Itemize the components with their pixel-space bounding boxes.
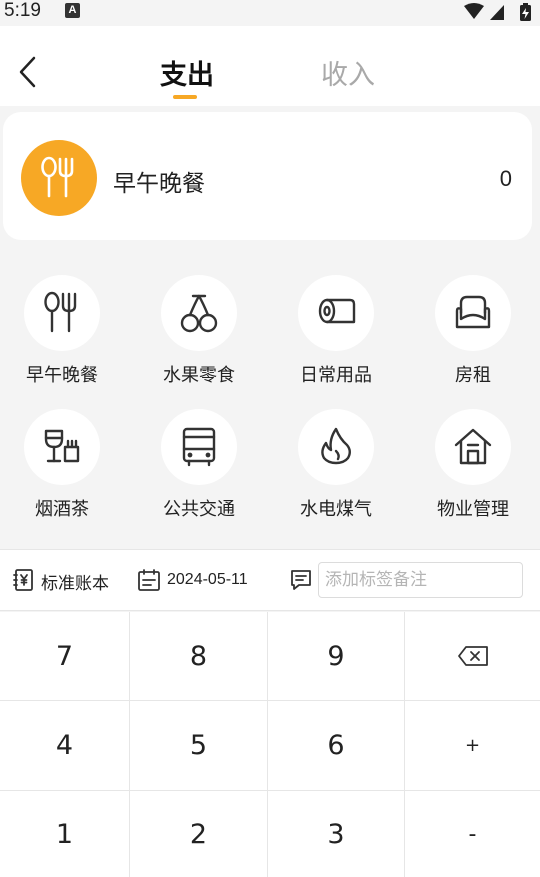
category-icon-circle xyxy=(24,275,100,351)
selected-category-card: 早午晚餐 0 xyxy=(3,112,532,240)
wifi-icon xyxy=(464,3,484,19)
category-label: 烟酒茶 xyxy=(35,499,89,520)
key-4[interactable]: 4 xyxy=(0,701,130,791)
key-1[interactable]: 1 xyxy=(0,791,130,877)
category-label: 房租 xyxy=(455,365,491,386)
category-label: 水果零食 xyxy=(163,365,235,386)
category-meals[interactable]: 早午晚餐 xyxy=(0,270,130,396)
status-time: 5:19 xyxy=(4,0,41,21)
category-icon-circle xyxy=(435,275,511,351)
key-9[interactable]: 9 xyxy=(268,612,405,701)
key-6[interactable]: 6 xyxy=(268,701,405,791)
category-rent[interactable]: 房租 xyxy=(405,270,540,396)
backspace-key[interactable] xyxy=(405,612,540,701)
house-icon xyxy=(454,428,492,465)
category-daily-goods[interactable]: 日常用品 xyxy=(268,270,404,396)
fork-spoon-icon xyxy=(41,156,74,198)
note-input[interactable] xyxy=(318,562,523,598)
number-keypad: 7 8 9 4 5 6 + 1 2 3 - xyxy=(0,612,540,877)
ledger-book-icon[interactable] xyxy=(12,568,36,592)
ledger-book-selector[interactable]: 标准账本 xyxy=(41,569,109,594)
date-selector[interactable]: 2024-05-11 xyxy=(167,571,248,589)
category-icon-circle xyxy=(298,275,374,351)
category-label: 日常用品 xyxy=(300,365,372,386)
wine-cigarette-icon xyxy=(44,429,80,463)
status-icons xyxy=(464,3,531,21)
selected-category-icon-circle xyxy=(21,140,97,216)
active-tab-indicator xyxy=(173,95,197,99)
key-minus[interactable]: - xyxy=(405,791,540,877)
flame-icon xyxy=(321,427,351,465)
cherry-icon xyxy=(180,294,218,333)
key-5[interactable]: 5 xyxy=(130,701,268,791)
tab-expense[interactable]: 支出 xyxy=(160,53,214,92)
key-3[interactable]: 3 xyxy=(268,791,405,877)
category-label: 公共交通 xyxy=(163,499,235,520)
category-label: 早午晚餐 xyxy=(26,365,98,386)
category-icon-circle xyxy=(298,409,374,485)
category-public-transit[interactable]: 公共交通 xyxy=(131,404,267,530)
calendar-icon[interactable] xyxy=(137,568,161,592)
signal-icon xyxy=(490,5,504,20)
backspace-icon xyxy=(457,646,488,666)
category-label: 物业管理 xyxy=(437,499,509,520)
category-fruit-snacks[interactable]: 水果零食 xyxy=(131,270,267,396)
key-2[interactable]: 2 xyxy=(130,791,268,877)
category-icon-circle xyxy=(24,409,100,485)
category-tobacco-alcohol-tea[interactable]: 烟酒茶 xyxy=(0,404,130,530)
amount-display: 0 xyxy=(499,166,512,191)
back-arrow-icon[interactable] xyxy=(14,54,44,90)
battery-icon xyxy=(520,3,531,21)
bus-icon xyxy=(182,427,216,467)
sofa-icon xyxy=(455,295,491,329)
entry-toolbar: 标准账本 2024-05-11 xyxy=(0,549,540,611)
notification-a-icon: A xyxy=(65,3,80,18)
status-bar: 5:19 A xyxy=(0,0,540,26)
category-icon-circle xyxy=(161,409,237,485)
header: 支出 收入 xyxy=(0,26,540,106)
category-icon-circle xyxy=(435,409,511,485)
category-label: 水电煤气 xyxy=(300,499,372,520)
tab-income[interactable]: 收入 xyxy=(321,53,375,92)
fork-spoon-icon xyxy=(44,291,77,333)
key-7[interactable]: 7 xyxy=(0,612,130,701)
category-icon-circle xyxy=(161,275,237,351)
tissue-roll-icon xyxy=(318,298,356,324)
category-property-management[interactable]: 物业管理 xyxy=(405,404,540,530)
key-plus[interactable]: + xyxy=(405,701,540,791)
note-icon xyxy=(291,570,311,590)
selected-category-name: 早午晚餐 xyxy=(113,171,205,197)
key-8[interactable]: 8 xyxy=(130,612,268,701)
category-utilities[interactable]: 水电煤气 xyxy=(268,404,404,530)
